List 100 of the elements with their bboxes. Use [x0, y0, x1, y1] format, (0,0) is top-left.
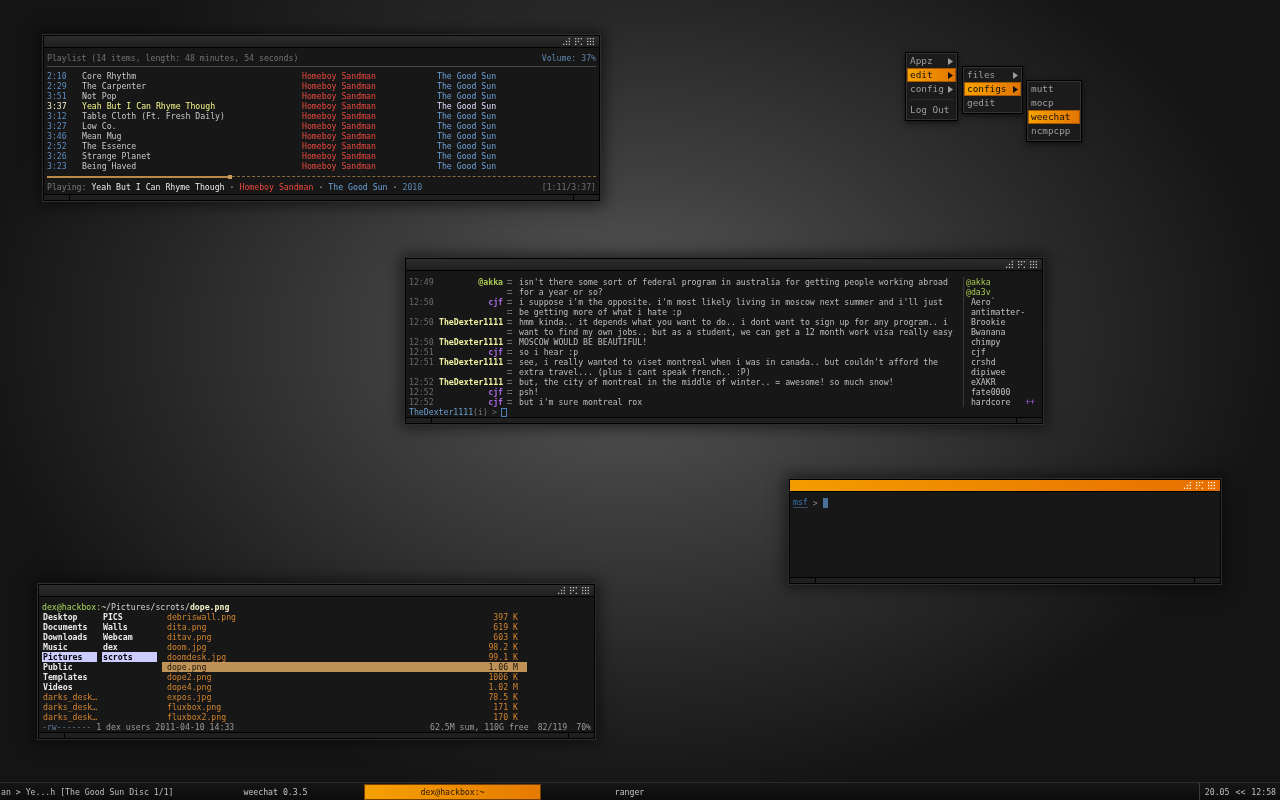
file-size: 1.02 M [488, 682, 518, 692]
track-artist: Homeboy Sandman [302, 161, 377, 171]
dot-triangle-icon[interactable] [558, 587, 565, 594]
menu-item[interactable]: weechat [1028, 110, 1080, 124]
menu-item[interactable]: Appz [907, 54, 956, 68]
dot-grid-icon[interactable] [1208, 482, 1215, 489]
menu-item[interactable]: configs [964, 82, 1021, 96]
nicklist-entry[interactable]: crshd [966, 357, 996, 367]
file-name[interactable]: dita.png [167, 622, 207, 632]
nicklist-entry[interactable]: cjf [966, 347, 986, 357]
file-name[interactable]: ditav.png [167, 632, 212, 642]
dot-triangle-icon[interactable] [563, 38, 570, 45]
nicklist-entry[interactable]: fate0000 [966, 387, 1011, 397]
nicklist-entry[interactable]: hardcore [966, 397, 1011, 407]
status-label: Playing: [47, 182, 87, 192]
track-title[interactable]: Mean Mug [82, 131, 302, 141]
separator-icon [507, 290, 512, 294]
nick-name: TheDexter1111 [439, 357, 503, 367]
track-title[interactable]: Core Rhythm [82, 71, 302, 81]
track-title[interactable]: The Essence [82, 141, 302, 151]
nicklist-entry[interactable]: eXAKR [966, 377, 996, 387]
folder-item[interactable]: dex [102, 642, 157, 652]
message-time: 12:49 [409, 277, 435, 287]
dot-grid-icon[interactable] [1030, 261, 1037, 268]
nicklist-entry[interactable]: @akka [966, 277, 991, 287]
folder-item[interactable]: PICS [102, 612, 157, 622]
file-name[interactable]: dope2.png [167, 672, 212, 682]
folder-item[interactable]: Music [42, 642, 97, 652]
track-title[interactable]: Table Cloth (Ft. Fresh Daily) [82, 111, 302, 121]
mode-indicator: (i) [473, 407, 488, 417]
dot-pattern-icon[interactable] [570, 587, 577, 594]
menu-item[interactable]: mutt [1028, 82, 1080, 96]
folder-item[interactable]: Documents [42, 622, 97, 632]
file-name[interactable]: dope.png [167, 662, 207, 672]
folder-item[interactable]: Public [42, 662, 97, 672]
track-title[interactable]: Low Co. [82, 121, 302, 131]
nicklist-entry[interactable]: chimpy [966, 337, 1001, 347]
more-indicator: ++ [1025, 397, 1035, 407]
dot-grid-icon[interactable] [582, 587, 589, 594]
nicklist-entry[interactable]: Brookie [966, 317, 1006, 327]
file-name[interactable]: dope4.png [167, 682, 212, 692]
menu-item[interactable]: Log Out [907, 103, 956, 117]
track-length: 2:52 [47, 141, 68, 151]
menu-item[interactable]: edit [907, 68, 956, 82]
file-item[interactable]: darks_desk… [42, 712, 97, 722]
folder-item[interactable]: Templates [42, 672, 97, 682]
prompt-symbol: > [812, 497, 818, 508]
dot-pattern-icon[interactable] [1196, 482, 1203, 489]
seek-handle[interactable] [228, 174, 233, 179]
dot-triangle-icon[interactable] [1006, 261, 1013, 268]
file-name[interactable]: expos.jpg [167, 692, 212, 702]
nicklist-entry[interactable]: Aero` [966, 297, 996, 307]
folder-item[interactable]: Downloads [42, 632, 97, 642]
menu-item[interactable]: config [907, 82, 956, 96]
taskbar-task[interactable]: dex@hackbox:~ [364, 783, 541, 800]
nicklist-entry[interactable]: Bwanana [966, 327, 1006, 337]
track-title[interactable]: Being Haved [82, 161, 302, 171]
file-name[interactable]: debriswall.png [167, 612, 236, 622]
message-text: i suppose i'm the opposite. i'm most likely living in moscow next summer and i'll just [519, 297, 943, 307]
menu-item[interactable]: gedit [964, 96, 1021, 110]
file-name[interactable]: doom.jpg [167, 642, 207, 652]
dot-pattern-icon[interactable] [1018, 261, 1025, 268]
file-name[interactable]: fluxbox.png [167, 702, 222, 712]
message-text: MOSCOW WOULD BE BEAUTIFUL! [519, 337, 648, 347]
dot-grid-icon[interactable] [587, 38, 594, 45]
nicklist-entry[interactable]: @da3v [966, 287, 991, 297]
track-title[interactable]: The Carpenter [82, 81, 302, 91]
file-name[interactable]: fluxbox2.png [167, 712, 227, 722]
file-name[interactable]: doomdesk.jpg [167, 652, 227, 662]
artist-name: Homeboy Sandman [239, 182, 314, 192]
menu-item[interactable]: mocp [1028, 96, 1080, 110]
file-item[interactable]: darks_desk… [42, 702, 97, 712]
track-title[interactable]: Not Pop [82, 91, 302, 101]
track-title[interactable]: Yeah But I Can Rhyme Though [82, 101, 302, 111]
taskbar-task[interactable]: weechat 0.3.5 [187, 783, 364, 800]
dot-pattern-icon[interactable] [575, 38, 582, 45]
track-title[interactable]: Strange Planet [82, 151, 302, 161]
file-item[interactable]: darks_desk… [42, 692, 97, 702]
selected-file-row[interactable]: dope.png 1.06 M [162, 662, 527, 672]
menu-item[interactable]: files [964, 68, 1021, 82]
message-text: want to find my own jobs.. but as a student, we can get a 12 month work visa really easy [519, 327, 953, 337]
dot-triangle-icon[interactable] [1184, 482, 1191, 489]
track-artist: Homeboy Sandman [302, 131, 377, 141]
folder-item[interactable]: Webcam [102, 632, 157, 642]
seek-bar[interactable] [47, 174, 596, 179]
message-time: 12:52 [409, 387, 435, 397]
message-text: be getting more of what i hate :p [519, 307, 682, 317]
folder-item[interactable]: Videos [42, 682, 97, 692]
menu-item[interactable]: ncmpcpp [1028, 124, 1080, 138]
nicklist-entry[interactable]: dipiwee [966, 367, 1006, 377]
track-album: The Good Sun [437, 151, 497, 161]
taskbar-task[interactable]: ranger [541, 783, 718, 800]
separator-icon [507, 370, 512, 374]
separator-icon [507, 280, 512, 284]
folder-item[interactable]: scrots [102, 652, 157, 662]
message-text: extra travel... (plus i cant speak french.. :P) [519, 367, 751, 377]
nicklist-entry[interactable]: antimatter- [966, 307, 1026, 317]
folder-item[interactable]: Pictures [42, 652, 97, 662]
folder-item[interactable]: Desktop [42, 612, 97, 622]
folder-item[interactable]: Walls [102, 622, 157, 632]
